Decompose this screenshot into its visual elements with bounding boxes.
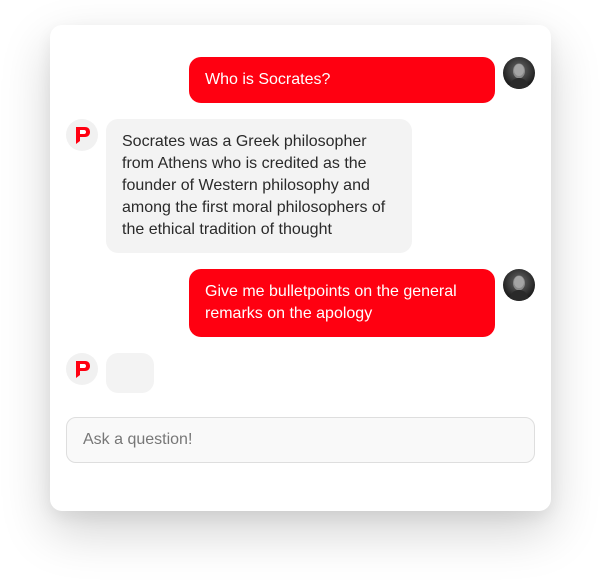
assistant-message-text: Socrates was a Greek philosopher from At…	[122, 133, 386, 238]
user-avatar	[503, 269, 535, 301]
question-input[interactable]	[66, 417, 535, 463]
user-photo-icon	[509, 63, 529, 89]
chat-window: Who is Socrates? Socrates was a Greek ph…	[50, 25, 551, 511]
assistant-avatar	[66, 119, 98, 151]
user-message-text: Who is Socrates?	[205, 71, 331, 88]
user-photo-icon	[509, 275, 529, 301]
user-avatar	[503, 57, 535, 89]
user-message-bubble: Who is Socrates?	[189, 57, 495, 103]
assistant-message-bubble: Socrates was a Greek philosopher from At…	[106, 119, 412, 253]
red-flag-logo-icon	[76, 361, 90, 378]
user-message-bubble: Give me bulletpoints on the general rema…	[189, 269, 495, 337]
assistant-pending-bubble	[106, 353, 154, 393]
red-flag-logo-icon	[76, 127, 90, 144]
assistant-avatar	[66, 353, 98, 385]
user-message-text: Give me bulletpoints on the general rema…	[205, 283, 457, 322]
